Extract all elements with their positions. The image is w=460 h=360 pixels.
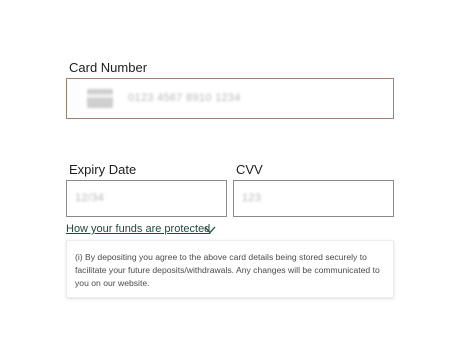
storage-notice-box: (i) By depositing you agree to the above… <box>66 240 394 298</box>
expiry-date-placeholder: 12/34 <box>75 192 105 204</box>
payment-form: Card Number 0123 4567 8910 1234 Expiry D… <box>0 0 460 360</box>
expiry-date-label: Expiry Date <box>69 162 137 177</box>
card-number-field[interactable]: 0123 4567 8910 1234 <box>66 78 394 119</box>
card-number-label: Card Number <box>69 60 148 75</box>
cvv-placeholder: 123 <box>242 192 262 204</box>
storage-notice-text: (i) By depositing you agree to the above… <box>75 252 380 288</box>
cvv-label: CVV <box>236 162 263 177</box>
card-number-placeholder: 0123 4567 8910 1234 <box>128 92 241 104</box>
funds-protection-link[interactable]: How your funds are protected <box>66 223 210 235</box>
credit-card-icon <box>87 89 113 108</box>
cvv-field[interactable]: 123 <box>233 180 394 217</box>
expiry-date-field[interactable]: 12/34 <box>66 180 227 217</box>
chevron-down-icon[interactable] <box>204 225 216 235</box>
